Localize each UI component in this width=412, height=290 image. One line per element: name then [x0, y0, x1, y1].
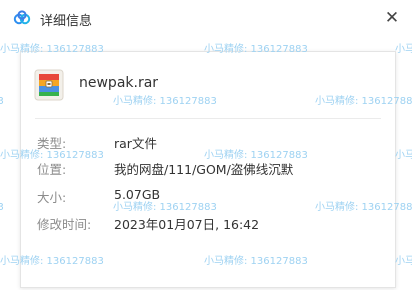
size-label: 大小:: [37, 190, 67, 205]
watermark: 小马精修: 136127883: [395, 150, 412, 161]
location-value[interactable]: 我的网盘/111/GOM/盗佛线沉默: [114, 159, 293, 178]
location-label: 位置:: [37, 162, 67, 177]
cloud-icon: [12, 8, 32, 28]
close-button[interactable]: ✕: [378, 4, 406, 32]
details-window: 详细信息 ✕ newpak.rar 类型: rar文件 位置: 我的网盘/111…: [0, 0, 412, 290]
modified-time-value: 2023年01月07日, 16:42: [114, 217, 260, 232]
type-value: rar文件: [114, 136, 157, 151]
file-name: newpak.rar: [79, 75, 159, 91]
modified-time-label: 修改时间:: [37, 217, 92, 232]
titlebar: 详细信息 ✕: [0, 0, 412, 36]
file-details-card: newpak.rar 类型: rar文件 位置: 我的网盘/111/GOM/盗佛…: [20, 51, 396, 288]
watermark: 小马精修: 136127883: [395, 256, 412, 267]
type-label: 类型:: [37, 136, 67, 151]
watermark: 小马精修: 136127883: [0, 202, 4, 213]
watermark: 小马精修: 136127883: [0, 96, 4, 107]
watermark: 小马精修: 136127883: [395, 44, 412, 55]
window-title: 详细信息: [40, 14, 93, 29]
close-icon[interactable]: ✕: [385, 8, 399, 28]
divider: [35, 118, 381, 119]
size-value: 5.07GB: [114, 187, 161, 202]
rar-archive-icon: [34, 69, 64, 101]
